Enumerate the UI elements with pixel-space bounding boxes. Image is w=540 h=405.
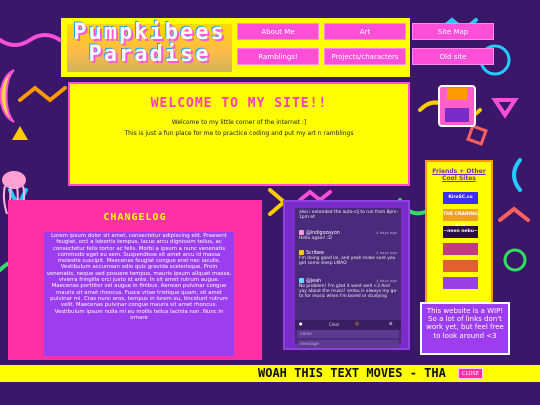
changelog-text: Lorem ipsum dolor sit amet, consectetur … <box>44 232 234 356</box>
logo-line-2: Paradise <box>88 42 211 67</box>
nav-about-me[interactable]: About Me <box>237 23 319 40</box>
site-header: Pumpkibees Paradise About Me Art Ramblin… <box>61 18 410 77</box>
avatar <box>299 250 304 255</box>
chat-message-text: I'm doing good lol, and yeah make sure y… <box>299 256 396 266</box>
friends-heading: Friends + Other Cool Sites <box>432 168 486 182</box>
welcome-heading: WELCOME TO MY SITE!! <box>150 96 328 111</box>
chat-toolbar: ● Clear ☺ ⚙ <box>295 320 401 330</box>
chat-message-field[interactable]: message <box>297 340 399 348</box>
nav-ramblings[interactable]: Ramblings! <box>237 48 319 65</box>
floppy-disk-decoration <box>438 85 476 127</box>
nav-projects-characters[interactable]: Projects/characters <box>324 48 406 65</box>
friend-button-4[interactable] <box>443 243 478 255</box>
chat-message-text: No problem! I'm glad it went well <3 And… <box>299 284 398 299</box>
user-icon[interactable]: ● <box>299 321 303 326</box>
smiley-icon[interactable]: ☺ <box>355 321 359 326</box>
friend-button-6[interactable] <box>443 277 478 289</box>
chat-message: @jeah 4 days ago No problem! I'm glad it… <box>299 278 399 299</box>
chat-timestamp: 4 days ago <box>376 278 397 283</box>
settings-icon[interactable]: ⚙ <box>389 321 393 326</box>
chat-widget: also i extended the auto-clj to run from… <box>283 200 410 350</box>
friends-sidebar: Friends + Other Cool Sites KiroSC.co THE… <box>425 160 493 310</box>
chat-timestamp: 4 days ago <box>376 250 397 255</box>
logo-line-1: Pumpkibees <box>73 20 226 45</box>
site-logo[interactable]: Pumpkibees Paradise <box>67 22 232 74</box>
chat-log[interactable]: also i extended the auto-clj to run from… <box>295 208 401 344</box>
chat-message: also i extended the auto-clj to run from… <box>299 210 399 220</box>
chat-message-text: Hello again! :D <box>299 236 332 241</box>
friend-button-3[interactable]: ~neon nebu~ <box>443 226 478 238</box>
welcome-line-2: This is just a fun place for me to pract… <box>124 130 354 137</box>
friend-button-5[interactable] <box>443 260 478 272</box>
chat-timestamp: 4 days ago <box>376 230 397 235</box>
chat-message-text: also i extended the auto-clj to run from… <box>299 210 399 220</box>
close-button[interactable]: CLOSE <box>458 368 483 379</box>
nav-site-map[interactable]: Site Map <box>412 23 494 40</box>
friend-button-label: KiroSC.co <box>448 195 473 200</box>
friend-button-2[interactable]: THE CRANING BOX <box>443 209 478 229</box>
chat-message: @indigozayon 4 days ago Hello again! :D <box>299 230 399 241</box>
welcome-line-1: Welcome to my little corner of the inter… <box>171 119 307 126</box>
chat-clear-button[interactable]: Clear <box>329 322 339 327</box>
moon-decoration <box>0 69 15 123</box>
chat-name-field[interactable]: name <box>297 330 399 338</box>
avatar <box>299 278 304 283</box>
nav-art[interactable]: Art <box>324 23 406 40</box>
changelog-heading: CHANGELOG <box>103 212 167 223</box>
changelog-panel: CHANGELOG Lorem ipsum dolor sit amet, co… <box>8 200 262 360</box>
chat-message: Scribee 4 days ago I'm doing good lol, a… <box>299 250 399 266</box>
nav-old-site[interactable]: Old site <box>412 48 494 65</box>
wip-notice: This website is a WIP! So a lot of links… <box>420 302 510 355</box>
friend-button-1[interactable]: KiroSC.co <box>443 192 478 204</box>
friend-button-label: ~neon nebu~ <box>443 229 478 234</box>
avatar <box>299 230 304 235</box>
marquee-text: WOAH THIS TEXT MOVES - THA <box>258 366 446 380</box>
welcome-panel: WELCOME TO MY SITE!! Welcome to my littl… <box>68 82 410 186</box>
